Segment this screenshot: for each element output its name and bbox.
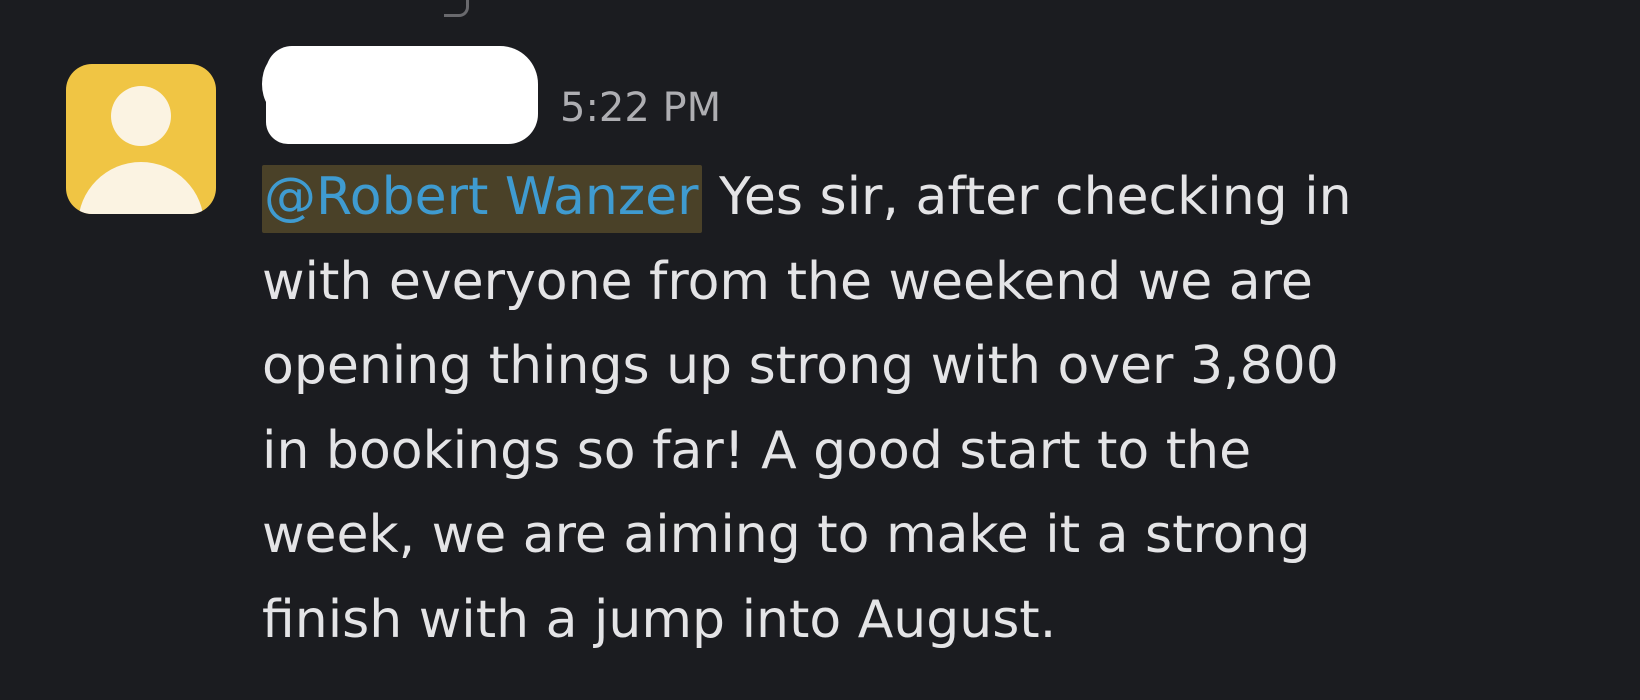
chat-screen: 5:22 PM @Robert Wanzer Yes sir, after ch…	[0, 0, 1640, 700]
message-timestamp[interactable]: 5:22 PM	[560, 80, 721, 136]
message-text: Yes sir, after checking in	[702, 167, 1352, 227]
message-line-2: with everyone from the weekend we are	[262, 251, 1313, 312]
message-line-1: @Robert Wanzer Yes sir, after checking i…	[262, 155, 1602, 240]
previous-message-fragment	[444, 0, 469, 17]
user-avatar-icon[interactable]	[66, 64, 216, 214]
message-body: @Robert Wanzer Yes sir, after checking i…	[262, 155, 1602, 662]
avatar-body-shape	[78, 162, 204, 214]
message-line-3: opening things up strong with over 3,800	[262, 336, 1339, 396]
user-mention[interactable]: @Robert Wanzer	[262, 165, 703, 233]
redacted-sender-name	[262, 46, 538, 144]
message-line-5: week, we are aiming to make it a strong	[262, 505, 1311, 565]
message-line-6: finish with a jump into August.	[262, 589, 1057, 650]
avatar-head-shape	[111, 86, 171, 146]
message-line-4: in bookings so far! A good start to the	[262, 420, 1252, 481]
